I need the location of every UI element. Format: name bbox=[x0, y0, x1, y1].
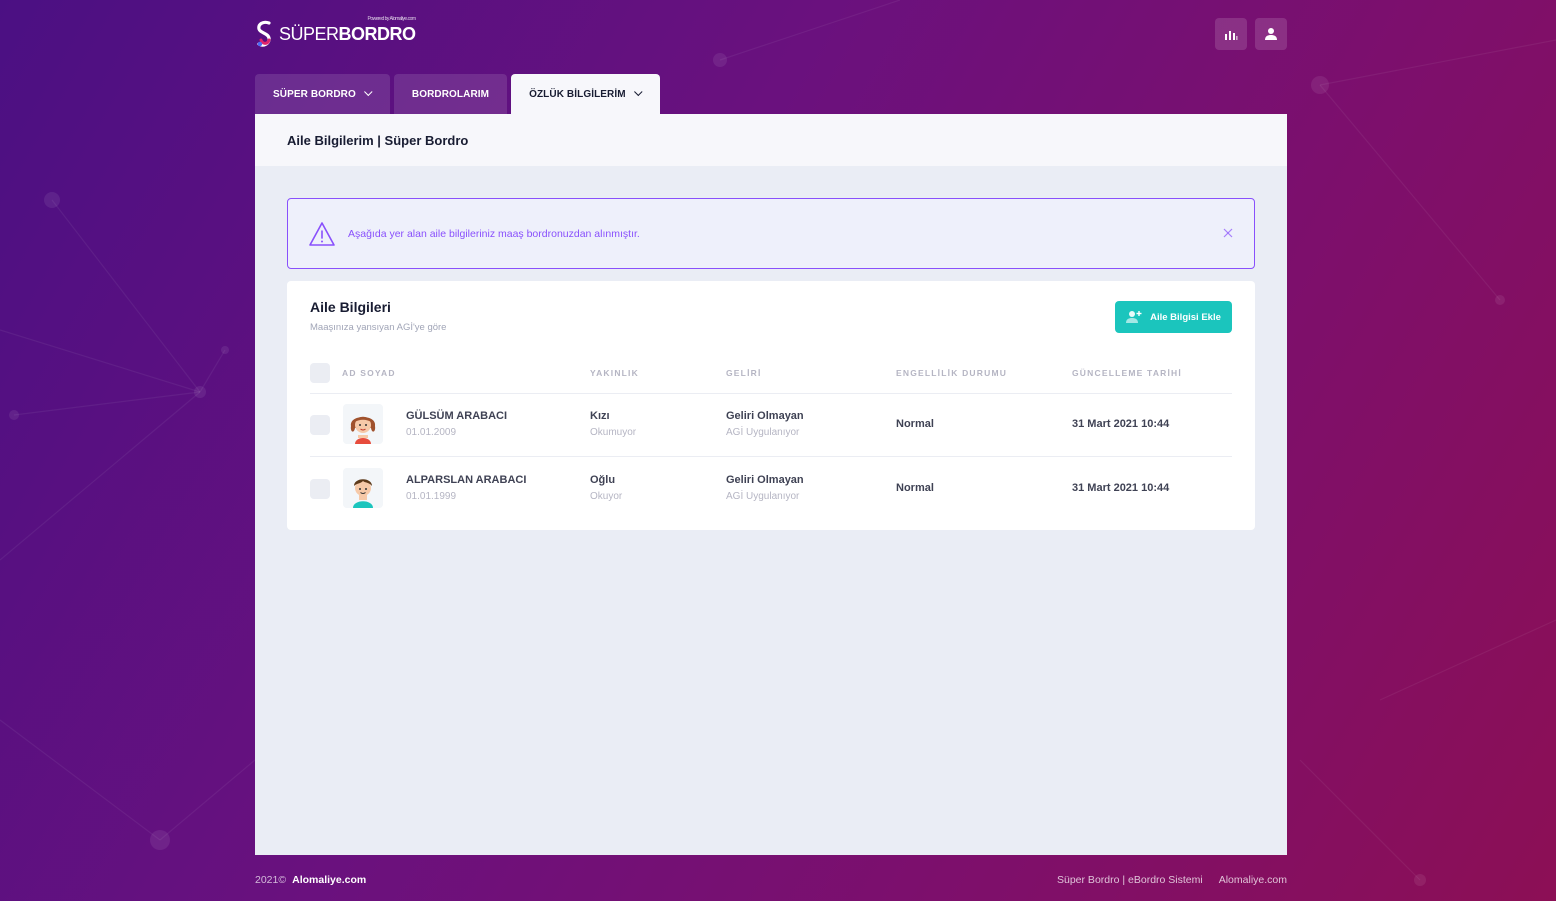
member-birthdate: 01.01.2009 bbox=[406, 427, 457, 438]
tab-bordrolarim[interactable]: BORDROLARIM bbox=[393, 74, 508, 114]
footer-link-ebordro[interactable]: Süper Bordro | eBordro Sistemi bbox=[1057, 874, 1203, 886]
member-updated: 31 Mart 2021 10:44 bbox=[1072, 482, 1170, 494]
user-icon bbox=[1265, 28, 1277, 40]
tab-ozluk-bilgilerim[interactable]: ÖZLÜK BİLGİLERİM bbox=[511, 74, 660, 114]
add-family-info-button[interactable]: Aile Bilgisi Ekle bbox=[1115, 301, 1232, 333]
footer-link-alomaliye[interactable]: Alomaliye.com bbox=[1219, 874, 1287, 886]
tab-super-bordro[interactable]: SÜPER BORDRO bbox=[255, 74, 390, 114]
close-icon[interactable] bbox=[1222, 227, 1234, 239]
member-relation: Kızı bbox=[590, 410, 610, 422]
column-header-disability[interactable]: ENGELLİLİK DURUMU bbox=[896, 368, 1007, 378]
footer-copyright: 2021© Alomaliye.com bbox=[255, 874, 366, 886]
member-disability: Normal bbox=[896, 418, 934, 430]
logo-text-bold: BORDRO bbox=[338, 23, 417, 44]
column-header-updated[interactable]: GÜNCELLEME TARİHİ bbox=[1072, 368, 1182, 378]
member-name: GÜLSÜM ARABACI bbox=[406, 410, 508, 422]
alert-text: Aşağıda yer alan aile bilgileriniz maaş … bbox=[348, 227, 640, 240]
row-divider bbox=[310, 456, 1232, 457]
card-title: Aile Bilgileri bbox=[310, 299, 391, 315]
member-education: Okuyor bbox=[590, 491, 623, 502]
girl-avatar-icon bbox=[343, 404, 383, 444]
footer-links: Süper Bordro | eBordro Sistemi Alomaliye… bbox=[1057, 874, 1287, 886]
app-logo[interactable]: SÜPERBORDRO Powered by Alomaliye.com bbox=[255, 16, 417, 50]
add-user-icon bbox=[1126, 311, 1142, 323]
member-income: Geliri Olmayan bbox=[726, 474, 804, 486]
warning-icon bbox=[309, 221, 335, 246]
chevron-down-icon bbox=[633, 87, 643, 97]
row-checkbox[interactable] bbox=[310, 415, 330, 435]
member-name: ALPARSLAN ARABACI bbox=[406, 474, 527, 486]
stats-button[interactable] bbox=[1215, 18, 1247, 50]
logo-text-light: SÜPER bbox=[279, 23, 339, 44]
logo-wordmark: SÜPERBORDRO Powered by Alomaliye.com bbox=[279, 16, 417, 45]
tab-label: SÜPER BORDRO bbox=[273, 88, 356, 100]
user-profile-button[interactable] bbox=[1255, 18, 1287, 50]
girl-avatar bbox=[343, 404, 383, 444]
footer-site-link[interactable]: Alomaliye.com bbox=[292, 874, 366, 886]
family-info-card: Aile Bilgileri Maaşınıza yansıyan AGİ'ye… bbox=[287, 281, 1255, 530]
column-header-relation[interactable]: YAKINLIK bbox=[590, 368, 639, 378]
member-relation: Oğlu bbox=[590, 474, 616, 486]
page-title: Aile Bilgilerim | Süper Bordro bbox=[255, 114, 1287, 166]
member-income: Geliri Olmayan bbox=[726, 410, 804, 422]
footer-year: 2021© bbox=[255, 874, 287, 886]
main-nav-tabs: SÜPER BORDRO BORDROLARIM ÖZLÜK BİLGİLERİ… bbox=[255, 74, 660, 114]
logo-mark-icon bbox=[257, 20, 271, 47]
logo-tagline: Powered by Alomaliye.com bbox=[367, 15, 416, 22]
member-updated: 31 Mart 2021 10:44 bbox=[1072, 418, 1170, 430]
bar-chart-icon bbox=[1225, 31, 1238, 40]
column-header-income[interactable]: GELİRİ bbox=[726, 368, 762, 378]
member-agi: AGİ Uygulanıyor bbox=[726, 491, 800, 502]
member-education: Okumuyor bbox=[590, 427, 637, 438]
select-all-checkbox[interactable] bbox=[310, 363, 330, 383]
chevron-down-icon bbox=[363, 87, 373, 97]
boy-avatar bbox=[343, 468, 383, 508]
card-subtitle: Maaşınıza yansıyan AGİ'ye göre bbox=[310, 322, 447, 333]
boy-avatar-icon bbox=[343, 468, 383, 508]
tab-label: BORDROLARIM bbox=[411, 88, 490, 100]
header-divider bbox=[310, 393, 1232, 394]
member-birthdate: 01.01.1999 bbox=[406, 491, 457, 502]
add-button-label: Aile Bilgisi Ekle bbox=[1150, 311, 1221, 323]
main-content: Aile Bilgilerim | Süper Bordro Aşağıda y… bbox=[255, 114, 1287, 855]
column-header-name[interactable]: AD SOYAD bbox=[342, 368, 396, 378]
info-alert: Aşağıda yer alan aile bilgileriniz maaş … bbox=[287, 198, 1255, 269]
member-agi: AGİ Uygulanıyor bbox=[726, 427, 800, 438]
member-disability: Normal bbox=[896, 482, 934, 494]
tab-label: ÖZLÜK BİLGİLERİM bbox=[529, 88, 626, 100]
row-checkbox[interactable] bbox=[310, 479, 330, 499]
